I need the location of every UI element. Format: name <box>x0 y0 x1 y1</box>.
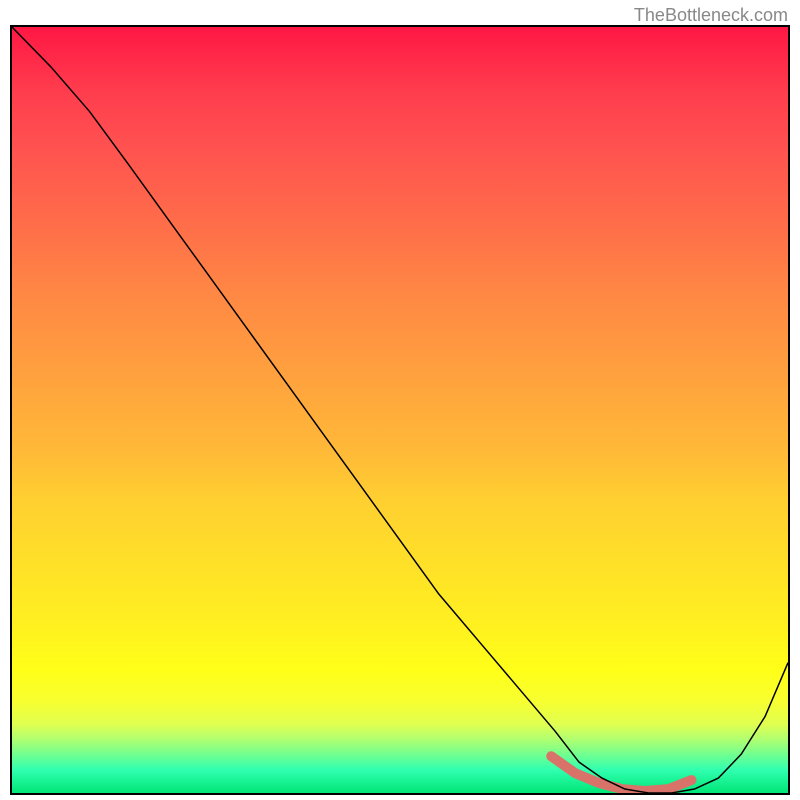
chart-svg <box>12 27 788 793</box>
chart-container <box>10 25 790 795</box>
optimal-range-highlight <box>551 756 691 791</box>
watermark-text: TheBottleneck.com <box>634 5 788 26</box>
bottleneck-curve <box>12 27 788 793</box>
